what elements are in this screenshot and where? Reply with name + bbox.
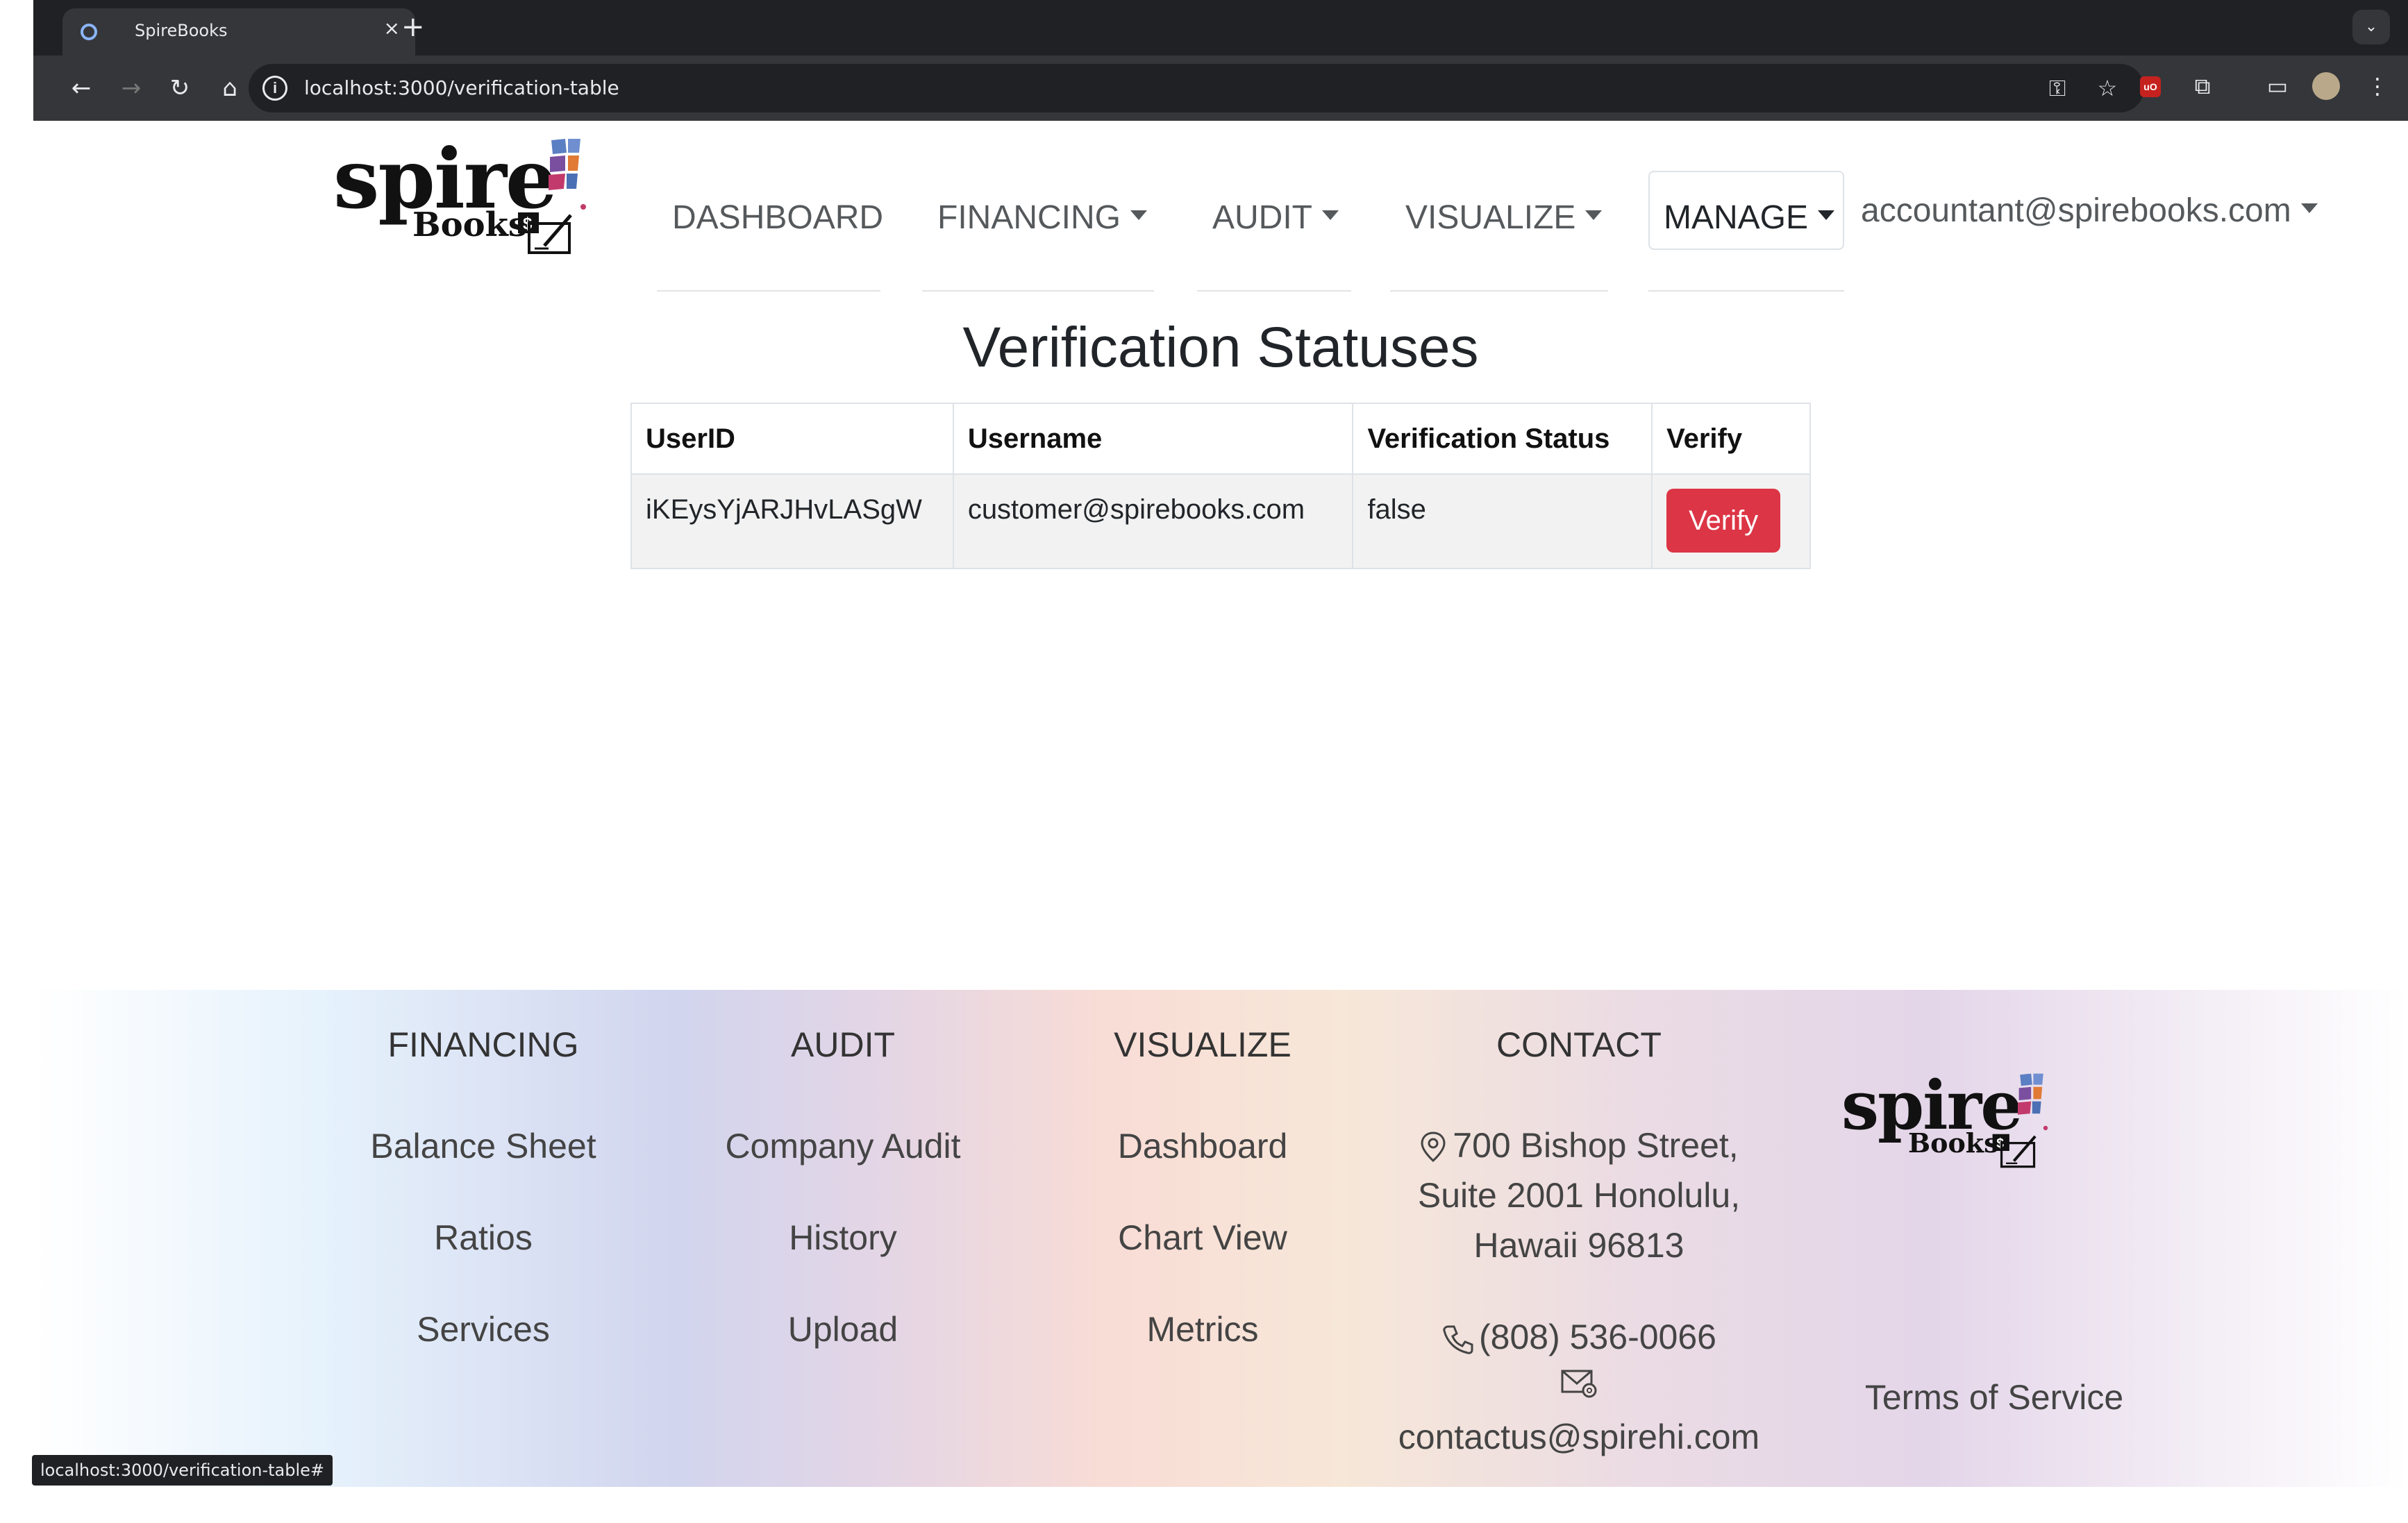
cell-verification-status: false — [1352, 473, 1653, 569]
nav-divider — [1648, 290, 1844, 292]
profile-avatar[interactable] — [2312, 72, 2340, 100]
page-title: Verification Statuses — [962, 316, 1479, 379]
chevron-down-icon — [1130, 210, 1147, 221]
page-content: spire Books $ DASHBOARD FINANCING AUDIT … — [33, 121, 2408, 1523]
footer-link-company-audit[interactable]: Company Audit — [669, 1126, 1017, 1166]
footer-link-chart-view[interactable]: Chart View — [1029, 1218, 1376, 1258]
footer-address: 700 Bishop Street, Suite 2001 Honolulu, … — [1357, 1120, 1801, 1270]
chevron-down-icon — [1818, 210, 1835, 221]
phone-text: (808) 536-0066 — [1479, 1318, 1716, 1356]
browser-tab[interactable]: SpireBooks × — [62, 8, 415, 56]
column-header-username: Username — [952, 403, 1354, 475]
password-key-icon[interactable]: ⚿ — [2043, 74, 2072, 103]
footer-email[interactable]: contactus@spirehi.com — [1357, 1412, 1801, 1462]
nav-divider — [1390, 290, 1608, 292]
chevron-down-icon — [1322, 210, 1339, 221]
tab-title: SpireBooks — [135, 21, 228, 40]
footer-spirebooks-logo[interactable]: spire Books $ — [1841, 1066, 2064, 1176]
footer-link-metrics[interactable]: Metrics — [1029, 1309, 1376, 1349]
browser-window-chrome: SpireBooks × + ⌄ ← → ↻ ⌂ i localhost:300… — [33, 0, 2408, 121]
footer-link-services[interactable]: Services — [310, 1309, 657, 1349]
nav-audit[interactable]: AUDIT — [1212, 190, 1339, 246]
chevron-down-icon — [2300, 203, 2318, 214]
cell-verify: Verify — [1651, 473, 1811, 569]
site-info-icon[interactable]: i — [262, 76, 287, 101]
verification-table: UserID Username Verification Status Veri… — [630, 403, 1811, 569]
footer-address-line1: 700 Bishop Street, — [1357, 1120, 1801, 1170]
table-row: iKEysYjARJHvLASgW customer@spirebooks.co… — [630, 473, 1811, 569]
footer-heading-financing: FINANCING — [387, 1025, 579, 1064]
footer-link-history[interactable]: History — [669, 1218, 1017, 1258]
footer-logo-word-books: Books — [1908, 1127, 1999, 1159]
spirebooks-logo[interactable]: spire Books $ — [333, 131, 625, 255]
browser-toolbar: ← → ↻ ⌂ i localhost:3000/verification-ta… — [33, 56, 2408, 121]
nav-manage[interactable]: MANAGE — [1664, 190, 1835, 246]
table-header-row: UserID Username Verification Status Veri… — [630, 403, 1811, 475]
chevron-down-icon — [1585, 210, 1603, 221]
user-account-menu[interactable]: accountant@spirebooks.com — [1861, 183, 2318, 239]
footer-heading-contact: CONTACT — [1496, 1025, 1662, 1064]
nav-divider — [1197, 290, 1351, 292]
tab-search-button[interactable]: ⌄ — [2352, 10, 2390, 44]
logo-check-icon: $ — [518, 212, 572, 254]
extensions-puzzle-icon[interactable]: ⧉ — [2186, 69, 2219, 103]
nav-divider — [657, 290, 880, 292]
forward-arrow-icon[interactable]: → — [114, 71, 149, 106]
cell-username: customer@spirebooks.com — [952, 473, 1354, 569]
nav-financing[interactable]: FINANCING — [937, 190, 1147, 246]
nav-audit-label: AUDIT — [1212, 199, 1312, 236]
verify-button[interactable]: Verify — [1666, 489, 1781, 553]
footer-email-block[interactable]: contactus@spirehi.com — [1357, 1362, 1801, 1462]
column-header-verification-status: Verification Status — [1352, 403, 1653, 475]
footer-address-line2: Suite 2001 Honolulu, — [1417, 1176, 1741, 1215]
bookmark-star-icon[interactable]: ☆ — [2093, 74, 2122, 103]
footer-heading-visualize: VISUALIZE — [1114, 1025, 1291, 1064]
nav-visualize-label: VISUALIZE — [1405, 199, 1576, 236]
address-bar[interactable]: i localhost:3000/verification-table ⚿ ☆ — [249, 64, 2144, 112]
footer-link-terms-of-service[interactable]: Terms of Service — [1793, 1377, 2196, 1417]
tab-strip: SpireBooks × + ⌄ — [33, 0, 2408, 56]
site-footer: FINANCING Balance Sheet Ratios Services … — [33, 990, 2408, 1487]
logo-word-books: Books — [412, 205, 527, 244]
link-status-bar: localhost:3000/verification-table# — [32, 1455, 333, 1486]
home-icon[interactable]: ⌂ — [212, 71, 247, 106]
cast-icon[interactable]: ▭ — [2261, 69, 2294, 103]
footer-address-line3: Hawaii 96813 — [1473, 1226, 1684, 1265]
footer-link-upload[interactable]: Upload — [669, 1309, 1017, 1349]
nav-divider — [922, 290, 1154, 292]
close-tab-icon[interactable]: × — [384, 17, 400, 40]
column-header-userid: UserID — [630, 403, 954, 475]
cell-userid: iKEysYjARJHvLASgW — [630, 473, 954, 569]
footer-link-balance-sheet[interactable]: Balance Sheet — [310, 1126, 657, 1166]
email-icon — [1561, 1370, 1597, 1398]
new-tab-button[interactable]: + — [401, 10, 425, 44]
nav-dashboard[interactable]: DASHBOARD — [672, 190, 883, 246]
user-email: accountant@spirebooks.com — [1861, 192, 2291, 229]
logo-tiles-icon — [549, 139, 586, 210]
footer-logo-check-icon: $ — [1992, 1134, 2037, 1168]
column-header-verify: Verify — [1651, 403, 1811, 475]
nav-financing-label: FINANCING — [937, 199, 1121, 236]
favicon-icon — [81, 24, 97, 40]
ublock-extension-icon[interactable]: uO — [2140, 76, 2161, 97]
map-pin-icon — [1421, 1131, 1446, 1162]
footer-link-dashboard[interactable]: Dashboard — [1029, 1126, 1376, 1166]
footer-heading-audit: AUDIT — [791, 1025, 895, 1064]
address-line1-text: 700 Bishop Street, — [1453, 1126, 1739, 1165]
reload-icon[interactable]: ↻ — [162, 71, 197, 106]
more-menu-icon[interactable]: ⋮ — [2361, 69, 2394, 103]
nav-manage-label: MANAGE — [1664, 199, 1809, 236]
footer-phone[interactable]: (808) 536-0066 — [1357, 1312, 1801, 1362]
back-arrow-icon[interactable]: ← — [64, 71, 99, 106]
url-text[interactable]: localhost:3000/verification-table — [304, 76, 619, 99]
footer-logo-tiles-icon — [2018, 1073, 2048, 1131]
phone-icon — [1443, 1325, 1473, 1354]
footer-link-ratios[interactable]: Ratios — [310, 1218, 657, 1258]
nav-visualize[interactable]: VISUALIZE — [1405, 190, 1603, 246]
